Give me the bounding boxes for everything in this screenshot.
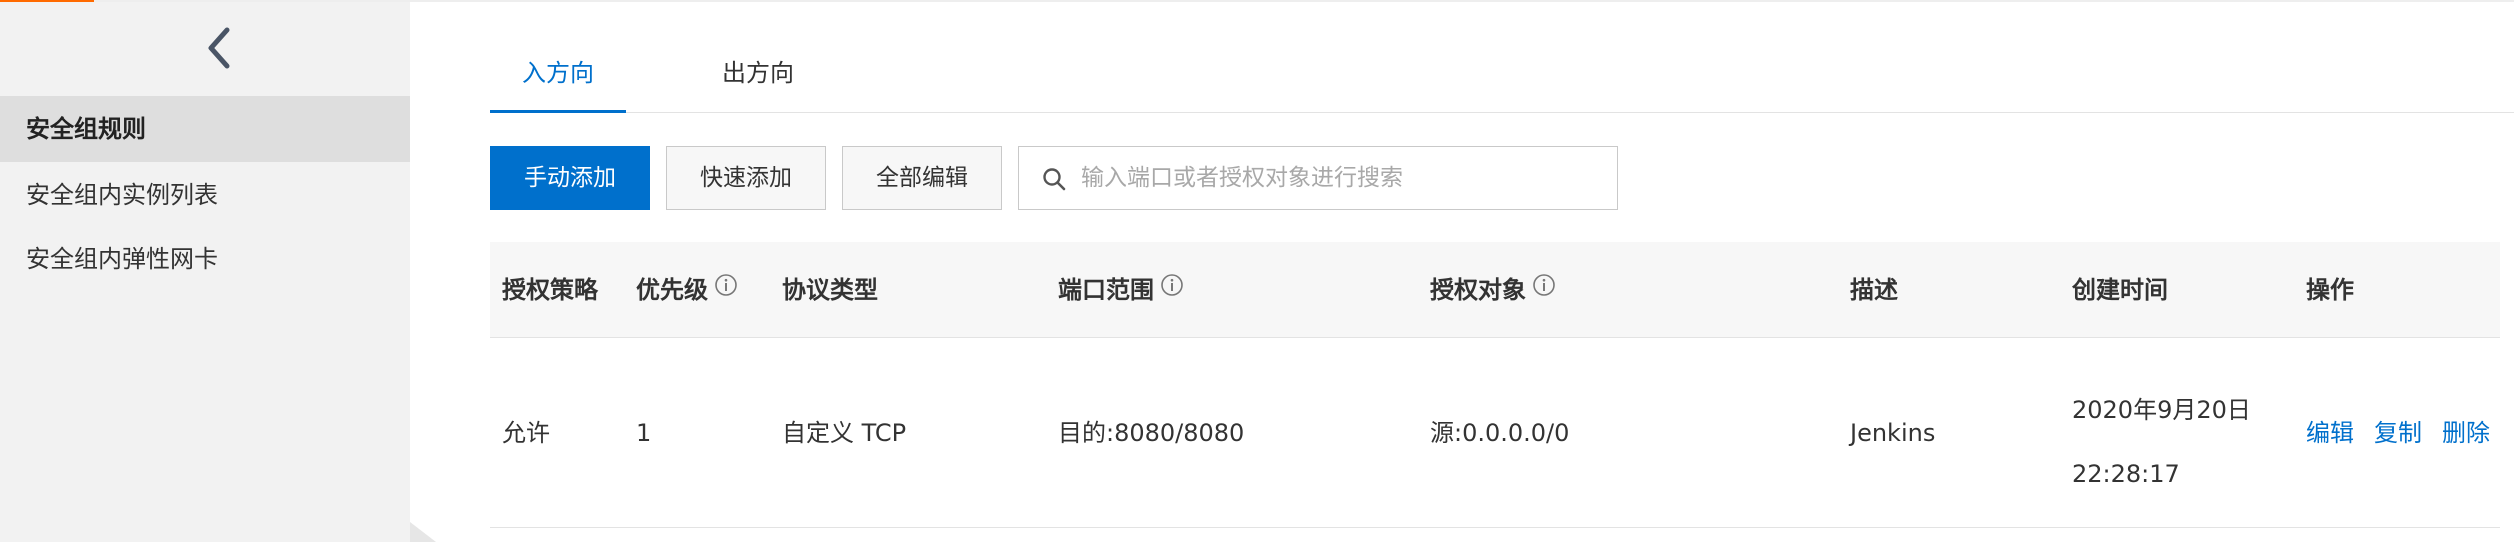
column-header-port-range: 端口范围 bbox=[1058, 242, 1184, 338]
column-header-label: 授权策略 bbox=[502, 276, 598, 304]
sidebar-fold-corner bbox=[410, 522, 436, 542]
created-date: 2020年9月20日 bbox=[2072, 396, 2251, 424]
cell-description: Jenkins bbox=[1850, 419, 1936, 447]
chevron-left-icon bbox=[196, 22, 244, 74]
tab-inbound[interactable]: 入方向 bbox=[490, 52, 626, 112]
column-header-label: 端口范围 bbox=[1058, 276, 1154, 304]
column-header-label: 协议类型 bbox=[782, 276, 878, 304]
info-icon[interactable] bbox=[1160, 241, 1184, 337]
edit-all-button[interactable]: 全部编辑 bbox=[842, 146, 1002, 210]
column-header-label: 创建时间 bbox=[2072, 276, 2168, 304]
tab-outbound[interactable]: 出方向 bbox=[680, 52, 836, 112]
tabs-divider bbox=[490, 112, 2514, 113]
column-header-label: 优先级 bbox=[636, 276, 708, 304]
column-header-label: 描述 bbox=[1850, 276, 1898, 304]
sidebar-item-security-group-rules[interactable]: 安全组规则 bbox=[0, 96, 410, 162]
column-header-label: 授权对象 bbox=[1430, 276, 1526, 304]
sidebar: 安全组规则 安全组内实例列表 安全组内弹性网卡 bbox=[0, 2, 410, 542]
edit-rule-link[interactable]: 编辑 bbox=[2306, 338, 2354, 528]
copy-rule-link[interactable]: 复制 bbox=[2374, 338, 2422, 528]
cell-priority: 1 bbox=[636, 419, 652, 447]
table-header: 授权策略 优先级 协议类型 端口范围 授权对象 描述 创建时间 操作 bbox=[490, 242, 2500, 338]
sidebar-item-elastic-nics[interactable]: 安全组内弹性网卡 bbox=[0, 226, 410, 292]
column-header-label: 操作 bbox=[2306, 276, 2354, 304]
cell-protocol: 自定义 TCP bbox=[782, 419, 907, 447]
app-root: 安全组规则 安全组内实例列表 安全组内弹性网卡 入方向 出方向 手动添加 快速添… bbox=[0, 0, 2514, 542]
created-time: 22:28:17 bbox=[2072, 460, 2180, 488]
column-header-policy: 授权策略 bbox=[502, 242, 598, 338]
cell-policy: 允许 bbox=[502, 419, 550, 447]
search-icon bbox=[1041, 166, 1067, 192]
table-row: 允许 1 自定义 TCP 目的:8080/8080 源:0.0.0.0/0 Je… bbox=[490, 338, 2500, 528]
active-tab-indicator bbox=[490, 110, 626, 113]
cell-source: 源:0.0.0.0/0 bbox=[1430, 419, 1570, 447]
sidebar-item-label: 安全组规则 bbox=[26, 115, 146, 143]
sidebar-item-instances[interactable]: 安全组内实例列表 bbox=[0, 162, 410, 228]
column-header-description: 描述 bbox=[1850, 242, 1898, 338]
column-header-created-time: 创建时间 bbox=[2072, 242, 2168, 338]
search-input[interactable] bbox=[1081, 149, 1601, 207]
cell-created-time: 2020年9月20日 22:28:17 bbox=[2072, 378, 2251, 506]
collapse-sidebar-button[interactable] bbox=[196, 22, 244, 74]
column-header-source: 授权对象 bbox=[1430, 242, 1556, 338]
column-header-actions: 操作 bbox=[2306, 242, 2354, 338]
info-icon[interactable] bbox=[714, 241, 738, 337]
delete-rule-link[interactable]: 删除 bbox=[2442, 338, 2490, 528]
column-header-protocol: 协议类型 bbox=[782, 242, 878, 338]
column-header-priority: 优先级 bbox=[636, 242, 738, 338]
sidebar-item-label: 安全组内弹性网卡 bbox=[26, 245, 218, 273]
info-icon[interactable] bbox=[1532, 241, 1556, 337]
sidebar-item-label: 安全组内实例列表 bbox=[26, 181, 218, 209]
search-box bbox=[1018, 146, 1618, 210]
manual-add-button[interactable]: 手动添加 bbox=[490, 146, 650, 210]
quick-add-button[interactable]: 快速添加 bbox=[666, 146, 826, 210]
cell-port-range: 目的:8080/8080 bbox=[1058, 419, 1245, 447]
